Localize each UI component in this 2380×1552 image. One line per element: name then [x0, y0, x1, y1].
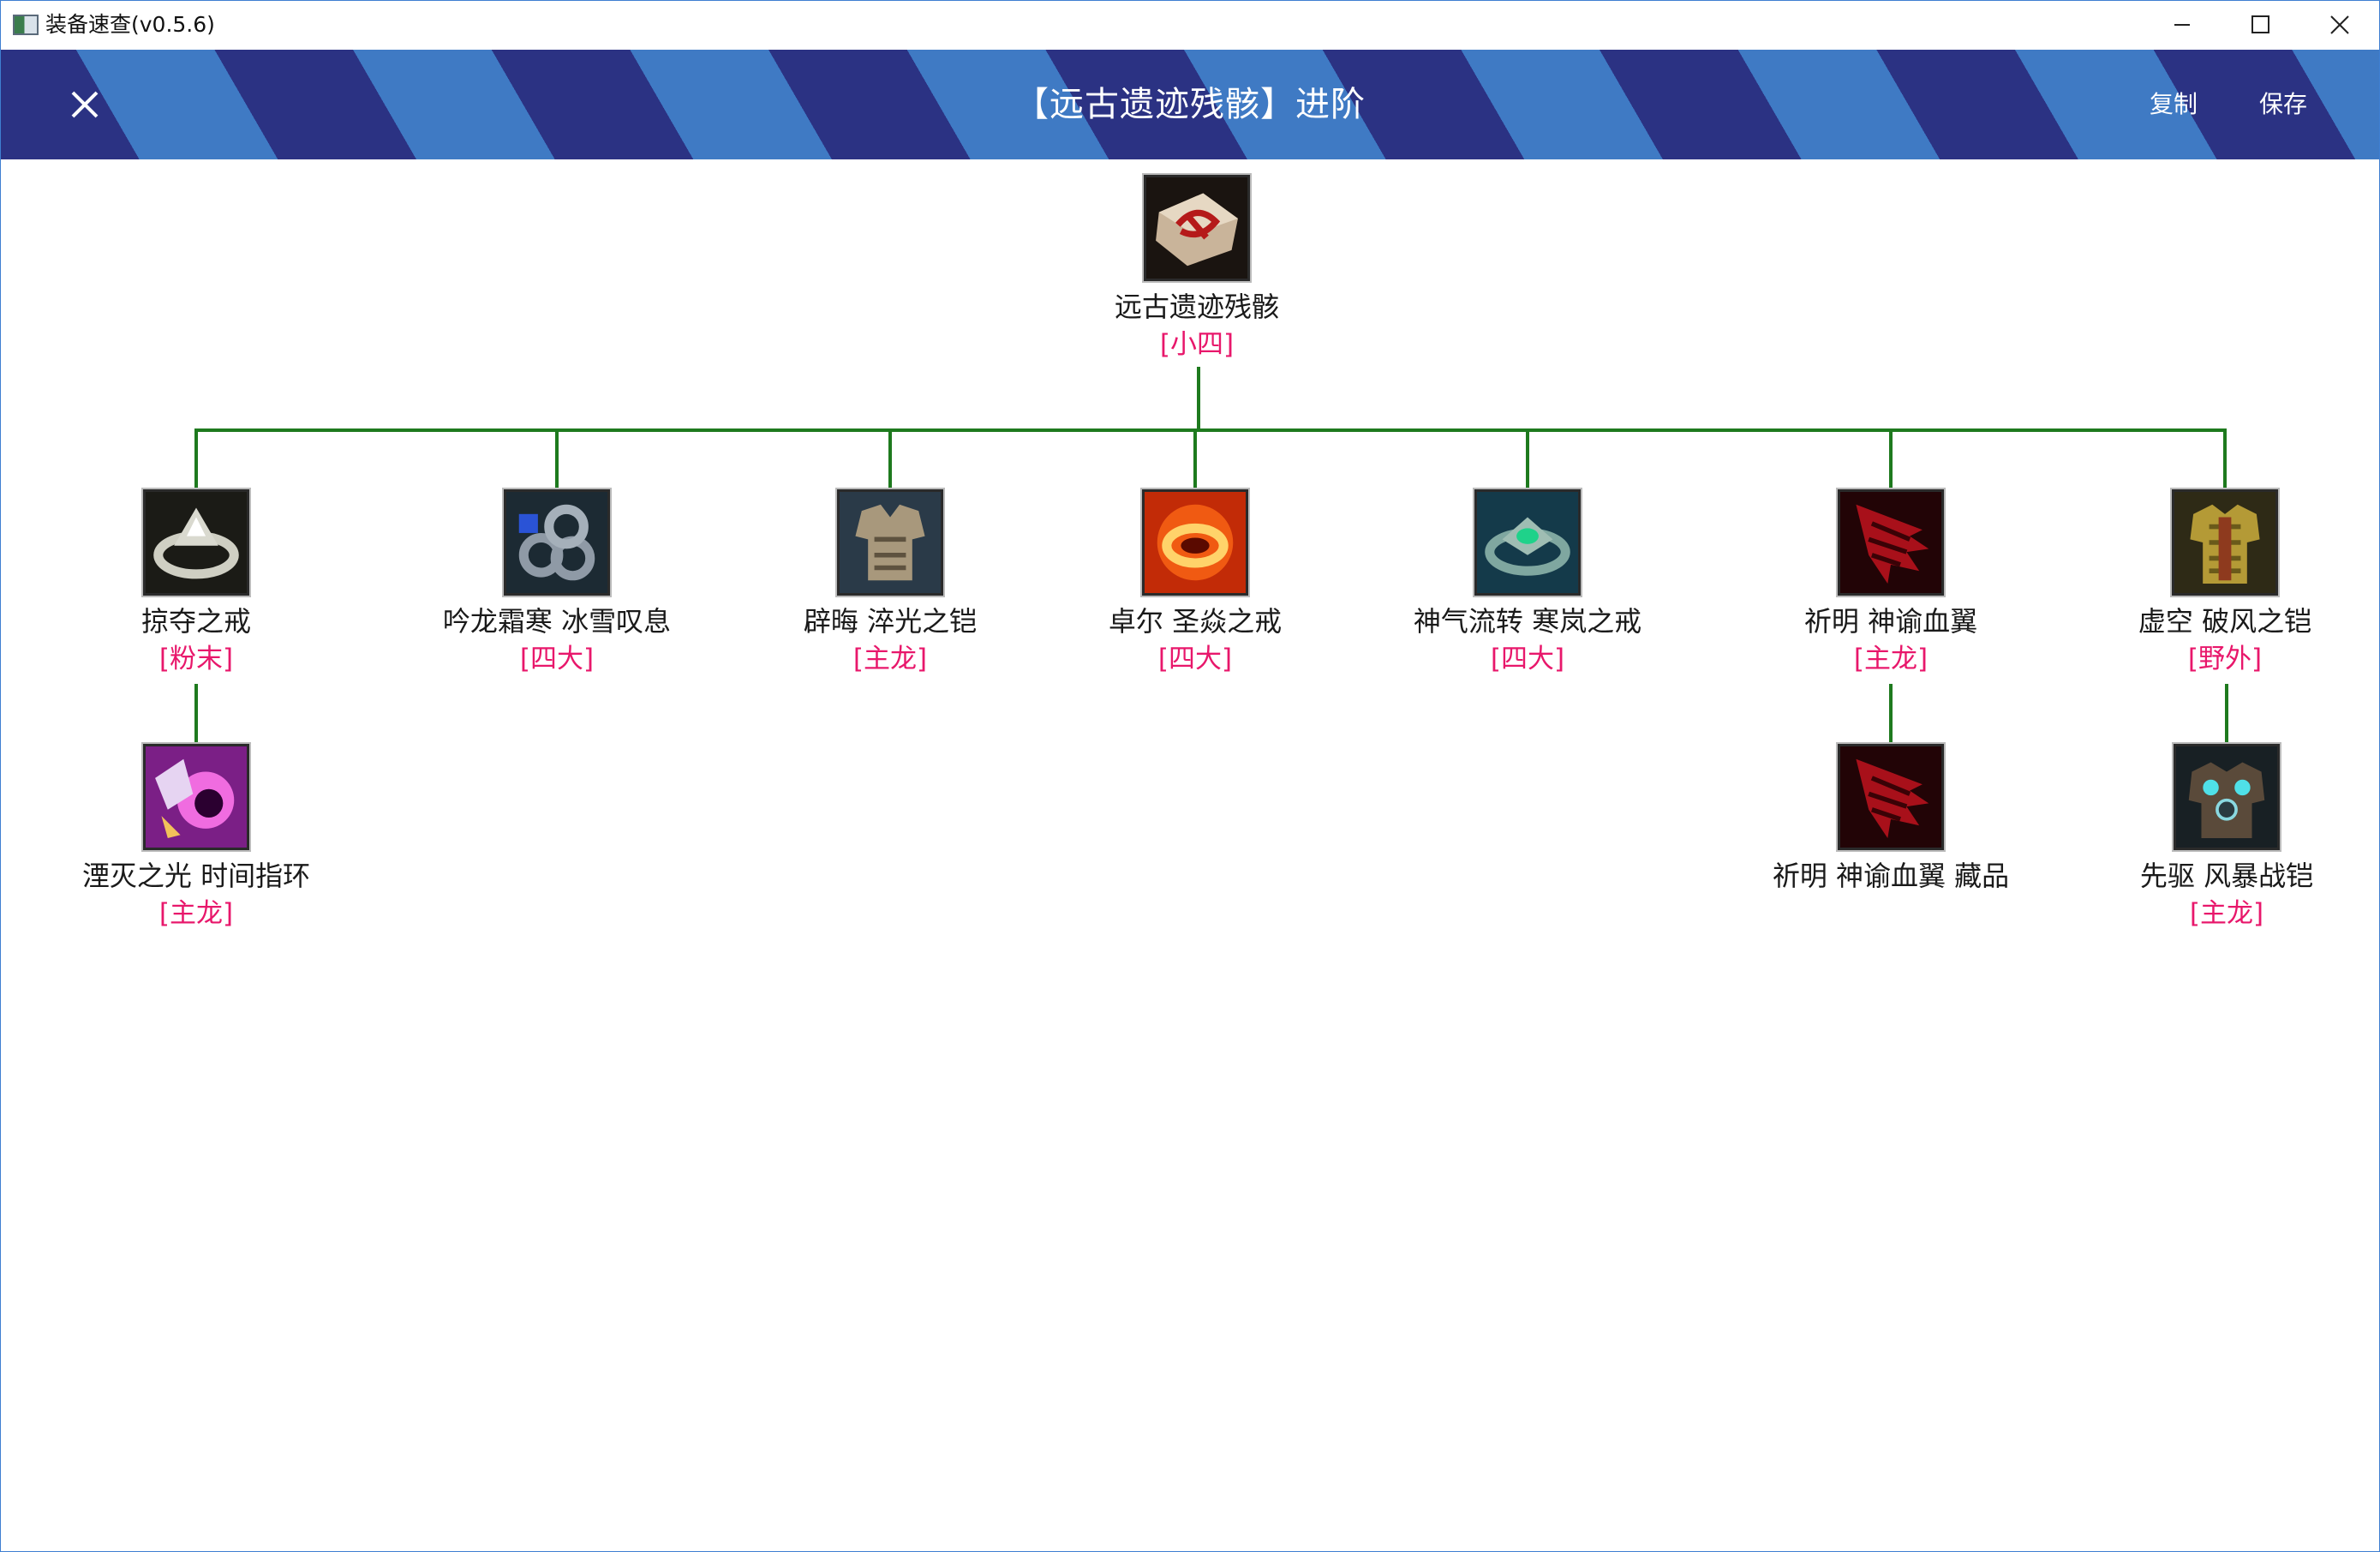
crimson-wing-icon[interactable] [1836, 488, 1946, 597]
item-name: 神气流转 寒岚之戒 [1413, 605, 1642, 638]
item-node-void-armor[interactable]: 虚空 破风之铠 [野外] [2088, 488, 2362, 678]
item-name: 掠夺之戒 [141, 605, 251, 638]
stone-rune-icon[interactable] [1142, 173, 1252, 283]
frost-gem-ring-icon[interactable] [502, 488, 612, 597]
item-source-tag: [四大] [1157, 644, 1233, 674]
item-node-cold-ring[interactable]: 神气流转 寒岚之戒 [四大] [1390, 488, 1665, 678]
root-item-node[interactable]: 远古遗迹残骸 [小四] [1060, 173, 1334, 363]
item-name: 祈明 神谕血翼 [1803, 605, 1978, 638]
item-source-tag: [主龙] [852, 644, 928, 674]
copy-button[interactable]: 复制 [2144, 84, 2203, 125]
maximize-button[interactable] [2218, 1, 2304, 49]
item-name: 湮灭之光 时间指环 [81, 860, 311, 892]
storm-armor-icon[interactable] [2172, 742, 2281, 852]
item-node-blood-wing[interactable]: 祈明 神谕血翼 [主龙] [1754, 488, 2028, 678]
item-source-tag: [小四] [1159, 329, 1235, 360]
close-icon [71, 91, 99, 118]
minimize-button[interactable] [2139, 1, 2225, 49]
app-icon [13, 15, 39, 35]
crimson-wing-icon[interactable] [1836, 742, 1946, 852]
item-node-holy-flame-ring[interactable]: 卓尔 圣焱之戒 [四大] [1058, 488, 1332, 678]
item-name: 祈明 神谕血翼 藏品 [1772, 860, 2010, 892]
item-name: 卓尔 圣焱之戒 [1108, 605, 1283, 638]
item-source-tag: [四大] [1490, 644, 1565, 674]
save-button[interactable]: 保存 [2254, 84, 2312, 125]
upgrade-tree: 远古遗迹残骸 [小四] 掠夺之戒 [粉末] 湮灭之光 时间指环 [主龙] 吟龙霜… [1, 159, 2379, 1548]
item-name: 吟龙霜寒 冰雪叹息 [442, 605, 672, 638]
item-source-tag: [主龙] [158, 898, 234, 929]
window-title: 装备速查(v0.5.6) [45, 12, 215, 37]
page-title: 【远古遗迹残骸】进阶 [1014, 85, 1366, 124]
item-node-blood-wing-collection[interactable]: 祈明 神谕血翼 藏品 [1754, 742, 2028, 895]
item-node-time-ring[interactable]: 湮灭之光 时间指环 [主龙] [59, 742, 333, 932]
pink-portal-ring-icon[interactable] [141, 742, 251, 852]
item-name: 辟晦 淬光之铠 [803, 605, 978, 638]
fire-ring-icon[interactable] [1140, 488, 1250, 597]
app-window: 装备速查(v0.5.6) 【远古遗迹残骸】进阶 复制 保存 远古遗迹残骸 [小四… [0, 0, 2380, 1552]
item-name: 虚空 破风之铠 [2138, 605, 2312, 638]
item-source-tag: [主龙] [2189, 898, 2264, 929]
item-source-tag: [粉末] [158, 644, 234, 674]
back-close-button[interactable] [63, 82, 107, 127]
close-icon [2330, 15, 2349, 34]
item-source-tag: [四大] [519, 644, 595, 674]
item-node-storm-armor[interactable]: 先驱 风暴战铠 [主龙] [2090, 742, 2364, 932]
header-banner: 【远古遗迹残骸】进阶 复制 保存 [1, 50, 2379, 159]
close-window-button[interactable] [2297, 1, 2380, 49]
emerald-ring-icon[interactable] [1473, 488, 1582, 597]
plate-armor-icon[interactable] [835, 488, 945, 597]
maximize-icon [2251, 15, 2269, 33]
golden-armor-icon[interactable] [2170, 488, 2280, 597]
item-node-light-armor[interactable]: 辟晦 淬光之铠 [主龙] [753, 488, 1027, 678]
item-node-plunder-ring[interactable]: 掠夺之戒 [粉末] [59, 488, 333, 678]
item-source-tag: [主龙] [1853, 644, 1929, 674]
silver-ring-icon[interactable] [141, 488, 251, 597]
item-name: 远古遗迹残骸 [1114, 291, 1279, 323]
title-bar: 装备速查(v0.5.6) [1, 1, 2379, 49]
item-source-tag: [野外] [2187, 644, 2263, 674]
item-node-frost-breath[interactable]: 吟龙霜寒 冰雪叹息 [四大] [420, 488, 694, 678]
minimize-icon [2174, 24, 2190, 26]
item-name: 先驱 风暴战铠 [2139, 860, 2314, 892]
